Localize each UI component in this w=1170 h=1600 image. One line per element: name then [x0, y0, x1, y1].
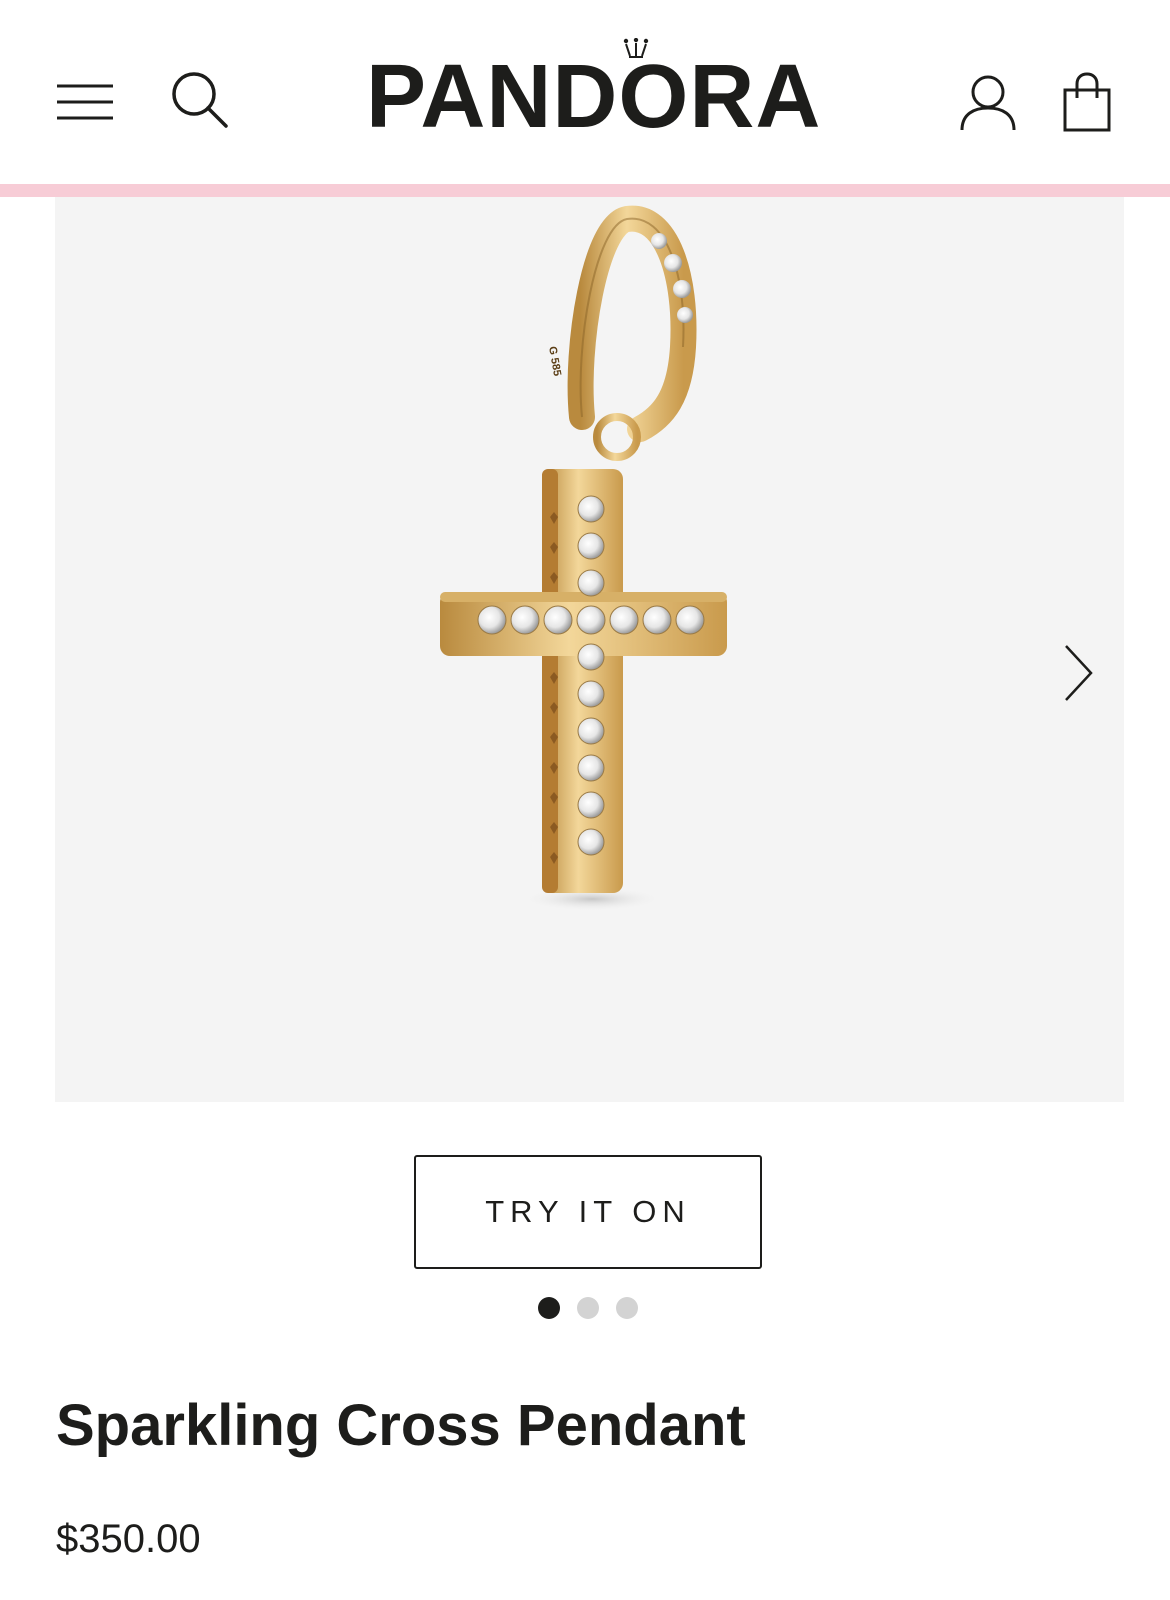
- pagination-dot[interactable]: [538, 1297, 560, 1319]
- shopping-bag-icon[interactable]: [1063, 72, 1111, 132]
- product-image-gallery[interactable]: G 585: [55, 197, 1124, 1102]
- engraving-text: G 585: [546, 345, 563, 377]
- chevron-right-icon[interactable]: [1063, 643, 1095, 703]
- brand-logo[interactable]: PANDORA: [366, 47, 822, 147]
- gallery-pagination: [538, 1297, 638, 1319]
- pagination-dot[interactable]: [616, 1297, 638, 1319]
- product-price: $350.00: [56, 1517, 201, 1561]
- search-icon[interactable]: [170, 70, 230, 130]
- hamburger-menu-icon[interactable]: [57, 84, 113, 120]
- crown-icon: [623, 38, 649, 58]
- product-image: G 585: [440, 205, 727, 911]
- pagination-dot[interactable]: [577, 1297, 599, 1319]
- try-it-on-button[interactable]: TRY IT ON: [414, 1155, 762, 1269]
- brand-name: PANDORA: [366, 47, 822, 147]
- product-title: Sparkling Cross Pendant: [56, 1393, 746, 1458]
- site-header: PANDORA: [0, 0, 1170, 184]
- user-icon[interactable]: [960, 74, 1016, 132]
- accent-bar: [0, 184, 1170, 197]
